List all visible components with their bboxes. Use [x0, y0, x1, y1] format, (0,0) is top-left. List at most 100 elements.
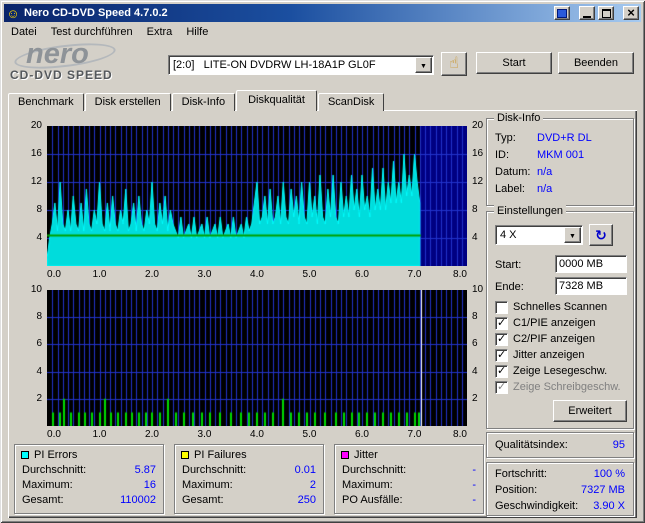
field-value: 5.87 — [134, 464, 156, 476]
minimize-button[interactable] — [579, 6, 595, 20]
field-label: Durchschnitt: — [182, 464, 247, 476]
field-label: Geschwindigkeit: — [495, 500, 579, 512]
chevron-down-icon — [569, 229, 576, 241]
pi-errors-stats-header: PI Errors — [15, 445, 163, 463]
checkbox-label: C2/PIF anzeigen — [513, 333, 595, 345]
field-label: Durchschnitt: — [342, 464, 407, 476]
minimize-icon — [583, 15, 591, 18]
axis-tick-label: 4 — [36, 365, 42, 377]
field-value: 2 — [309, 479, 316, 491]
close-button[interactable] — [623, 6, 639, 20]
tabstrip: Benchmark Disk erstellen Disk-Info Diskq… — [8, 90, 385, 111]
progress-row: Geschwindigkeit: 3.90 X — [495, 500, 625, 512]
axis-tick-label: 8.0 — [453, 269, 467, 280]
end-position-label: Ende: — [495, 281, 524, 293]
drive-selector[interactable]: [2:0] LITE-ON DVDRW LH-18A1P GL0F — [168, 55, 434, 75]
menubar: Datei Test durchführen Extra Hilfe — [4, 23, 641, 41]
axis-tick-label: 3.0 — [197, 269, 212, 280]
advanced-button[interactable]: Erweitert — [553, 400, 627, 422]
menu-item-extra[interactable]: Extra — [140, 24, 180, 40]
field-value: 16 — [143, 479, 156, 491]
field-value: 0.01 — [294, 464, 316, 476]
axis-tick-label: 2 — [36, 392, 42, 404]
progress-row: Fortschritt: 100 % — [495, 468, 625, 480]
checkbox-c1-pie-anzeigen[interactable]: C1/PIE anzeigen — [495, 316, 596, 330]
field-label: Durchschnitt: — [22, 464, 87, 476]
axis-tick-label: 4.0 — [250, 429, 264, 440]
field-label: Maximum: — [342, 479, 393, 491]
speed-selector-dropdown-button[interactable] — [564, 227, 581, 243]
disk-info-group: Disk-Info Typ: DVD+R DL ID: MKM 001 Datum:… — [486, 112, 634, 206]
checkbox-jitter-anzeigen[interactable]: Jitter anzeigen — [495, 348, 585, 362]
field-value: - — [472, 479, 476, 491]
menu-item-hilfe[interactable]: Hilfe — [179, 24, 215, 40]
checkbox-icon — [495, 332, 508, 346]
jitter-stats-header: Jitter — [335, 445, 483, 463]
checkbox-icon — [495, 300, 508, 314]
axis-tick-label: 0.0 — [47, 269, 61, 280]
axis-tick-label: 10 — [30, 284, 42, 295]
stats-row: Gesamt: 110002 — [15, 493, 163, 508]
tab-diskqualitaet[interactable]: Diskqualität — [236, 90, 317, 111]
speed-selector[interactable]: 4 X — [495, 225, 583, 245]
checkbox-zeige-lesegeschw[interactable]: Zeige Lesegeschw. — [495, 364, 607, 378]
quality-index-value: 95 — [612, 439, 625, 451]
field-label: Fortschritt: — [495, 468, 547, 480]
checkbox-schnelles-scannen[interactable]: Schnelles Scannen — [495, 300, 607, 314]
axis-tick-label: 20 — [30, 120, 42, 131]
end-position-input[interactable] — [555, 277, 627, 295]
field-value: n/a — [537, 166, 553, 178]
field-label: Gesamt: — [22, 494, 64, 506]
axis-tick-label: 8 — [36, 311, 42, 323]
quit-button[interactable]: Beenden — [558, 52, 634, 74]
start-button[interactable]: Start — [476, 52, 552, 74]
window-title: Nero CD-DVD Speed 4.7.0.2 — [24, 7, 168, 19]
pi-failures-stats-box: PI Failures Durchschnitt: 0.01 Maximum: 2 … — [174, 444, 324, 514]
axis-tick-label: 2.0 — [145, 429, 159, 440]
axis-tick-label: 0.0 — [47, 429, 61, 440]
settings-group-title: Einstellungen — [494, 205, 567, 217]
checkbox-label: C1/PIE anzeigen — [513, 317, 596, 329]
checkbox-label: Zeige Lesegeschw. — [513, 365, 608, 377]
pi-errors-stats-box: PI Errors Durchschnitt: 5.87 Maximum: 16 G… — [14, 444, 164, 514]
hand-icon — [449, 56, 459, 72]
jitter-color-swatch — [341, 451, 349, 459]
titlebar[interactable]: Nero CD-DVD Speed 4.7.0.2 — [4, 4, 641, 22]
drive-control-button[interactable] — [441, 52, 467, 76]
field-label: Gesamt: — [182, 494, 224, 506]
pi-errors-color-swatch — [21, 451, 29, 459]
start-position-input[interactable] — [555, 255, 627, 273]
field-value: 250 — [297, 494, 316, 506]
tab-benchmark[interactable]: Benchmark — [8, 93, 84, 111]
field-value: - — [472, 464, 476, 476]
checkbox-label: Zeige Schreibgeschw. — [513, 381, 621, 393]
field-label: Datum: — [495, 166, 531, 178]
refresh-button[interactable] — [589, 224, 613, 246]
jitter-stats-box: Jitter Durchschnitt: - Maximum: - PO Ausfä… — [334, 444, 484, 514]
axis-tick-label: 4.0 — [250, 269, 264, 280]
tab-scandisk[interactable]: ScanDisk — [317, 93, 385, 111]
field-label: Typ: — [495, 132, 516, 144]
axis-tick-label: 1.0 — [92, 269, 107, 280]
axis-tick-label: 2.0 — [145, 269, 159, 280]
app-icon[interactable] — [6, 6, 20, 20]
axis-tick-label: 4 — [36, 232, 42, 243]
stats-title: Jitter — [354, 449, 378, 461]
checkbox-icon — [495, 380, 508, 394]
stats-row: Durchschnitt: 5.87 — [15, 463, 163, 478]
drive-selector-dropdown-button[interactable] — [415, 57, 432, 73]
maximize-button[interactable] — [598, 6, 614, 20]
titlebar-extra-button[interactable] — [554, 6, 570, 20]
checkbox-c2-pif-anzeigen[interactable]: C2/PIF anzeigen — [495, 332, 595, 346]
axis-tick-label: 5.0 — [302, 429, 317, 440]
checkbox-icon — [495, 316, 508, 330]
tab-disk-erstellen[interactable]: Disk erstellen — [84, 93, 171, 111]
tab-disk-info[interactable]: Disk-Info — [171, 93, 236, 111]
progress-row: Position: 7327 MB — [495, 484, 625, 496]
chevron-down-icon — [420, 59, 427, 71]
axis-tick-label: 6.0 — [355, 429, 369, 440]
settings-group: Einstellungen 4 X Start: Ende: Schnelles… — [486, 205, 634, 429]
disk-info-group-title: Disk-Info — [494, 112, 544, 124]
checkbox-icon — [495, 348, 508, 362]
pi-failures-stats-header: PI Failures — [175, 445, 323, 463]
